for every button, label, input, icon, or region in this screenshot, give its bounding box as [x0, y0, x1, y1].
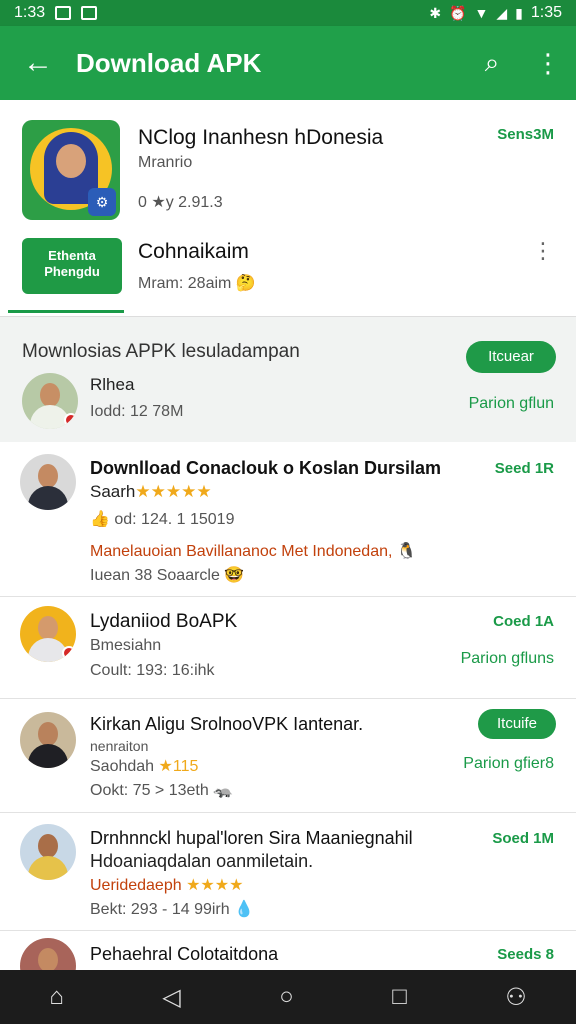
install-button[interactable]: Itcuife: [478, 709, 556, 739]
status-bar: 1:33 ✱ ⏰ ▼ ◢ ▮ 1:35: [0, 0, 576, 26]
search-icon[interactable]: ⌕: [464, 47, 520, 79]
system-nav-bar: ⌂ ◁ ○ □ ⚇: [0, 970, 576, 1024]
list-item-meta: Bekt: 293 - 14 99irh 💧: [90, 901, 255, 918]
list-item-size: Soed 1M: [492, 830, 554, 847]
list-item-description: Manelauoian Bavillananoc Met Indonedan, …: [90, 543, 417, 560]
more-vert-icon[interactable]: ⋮: [520, 48, 576, 79]
section-title: Mownlosias APPK lesuladampan: [22, 341, 300, 362]
signal-icon: ◢: [496, 5, 508, 21]
section-item-meta: Iodd: 12 78M: [90, 403, 184, 420]
back-arrow-icon[interactable]: ←: [0, 48, 76, 78]
more-vert-icon[interactable]: ⋮: [532, 240, 554, 262]
list-item-title[interactable]: Drnhnnckl hupal'loren Sira Maaniegnahil: [90, 828, 413, 849]
avatar: [20, 824, 76, 880]
list-item-rating: Ueridedaeph ★★★★: [90, 877, 244, 894]
avatar: [22, 373, 78, 429]
status-time-left: 1:33: [14, 4, 46, 21]
badge-icon: ⚙: [88, 188, 116, 216]
list-item-action[interactable]: Parion gfluns: [461, 650, 554, 668]
status-time-right: 1:35: [530, 4, 562, 21]
list-item-author: Bmesiahn: [90, 637, 162, 654]
divider: [0, 698, 576, 699]
list-item-author: nenraiton: [90, 738, 149, 754]
app-icon-small[interactable]: Ethenta Phengdu: [22, 238, 122, 294]
section-header: Mownlosias APPK lesuladampan Itcuear Rlh…: [0, 316, 576, 442]
list-item-meta: Coult: 193: 16:ihk: [90, 662, 215, 679]
list-item-size: Seeds 8: [497, 946, 554, 963]
wifi-icon: ▼: [474, 5, 489, 21]
battery-icon: ▮: [515, 5, 523, 21]
list-item-meta-2: Iuean 38 Soaarcle 🤓: [90, 567, 245, 584]
list-item-rating: Saohdah ★115: [90, 758, 199, 775]
avatar: [20, 454, 76, 510]
rating-stars: ★115: [158, 758, 199, 775]
featured-meta: 0 ★y 2.91.3: [138, 194, 223, 211]
list-item-size: Coed 1A: [493, 613, 554, 630]
list-item-title[interactable]: Pehaehral Colotaitdona: [90, 944, 278, 965]
featured-2-meta: Mram: 28aim 🤔: [138, 275, 256, 292]
image-icon: [55, 6, 72, 20]
list-item-title[interactable]: Lydaniiod BoAPK: [90, 611, 237, 633]
home-shape-icon[interactable]: ⌂: [49, 983, 64, 1011]
rating-stars: ★★★★★: [135, 482, 212, 501]
list-item-title[interactable]: Downlload Conaclouk o Koslan Dursilam: [90, 458, 441, 479]
bluetooth-icon: ✱: [429, 5, 442, 21]
list-item-title[interactable]: Kirkan Aligu SrolnooVPK Iantenar.: [90, 714, 363, 735]
message-icon: [81, 6, 98, 20]
divider: [0, 596, 576, 597]
app-bar: ← Download APK ⌕ ⋮: [0, 26, 576, 100]
featured-2-title[interactable]: Cohnaikaim: [138, 240, 249, 264]
featured-title[interactable]: NClog Inanhesn hDonesia: [138, 126, 383, 150]
list-item-meta: Ookt: 75 > 13eth 🦡: [90, 782, 234, 799]
section-item-name: Rlhea: [90, 375, 135, 394]
list-item-meta: 👍 od: 124. 1 15019: [90, 511, 235, 528]
list-item-author: Hdoaniaqdalan oanmiletain.: [90, 851, 314, 871]
section-button[interactable]: Itcuear: [466, 341, 556, 373]
triangle-back-icon[interactable]: ◁: [162, 983, 180, 1012]
featured-section: ⚙ NClog Inanhesn hDonesia Mranrio 0 ★y 2…: [0, 100, 576, 316]
circle-home-icon[interactable]: ○: [279, 983, 294, 1011]
list-item-action[interactable]: Parion gfier8: [463, 755, 554, 773]
square-recents-icon[interactable]: □: [392, 983, 407, 1011]
page-title: Download APK: [76, 47, 262, 78]
tab-indicator: [8, 310, 124, 313]
alarm-icon: ⏰: [449, 5, 467, 21]
featured-size: Sens3M: [497, 126, 554, 143]
rating-stars: ★★★★: [186, 877, 244, 894]
app-icon[interactable]: ⚙: [22, 120, 120, 220]
divider: [0, 812, 576, 813]
avatar: [20, 712, 76, 768]
list-item-author: Saarh★★★★★: [90, 482, 212, 501]
section-item-action[interactable]: Parion gflun: [469, 395, 554, 413]
list-item-size: Seed 1R: [494, 460, 554, 477]
avatar: [20, 606, 76, 662]
divider: [0, 930, 576, 931]
featured-subtitle: Mranrio: [138, 154, 193, 171]
account-icon[interactable]: ⚇: [505, 983, 527, 1012]
